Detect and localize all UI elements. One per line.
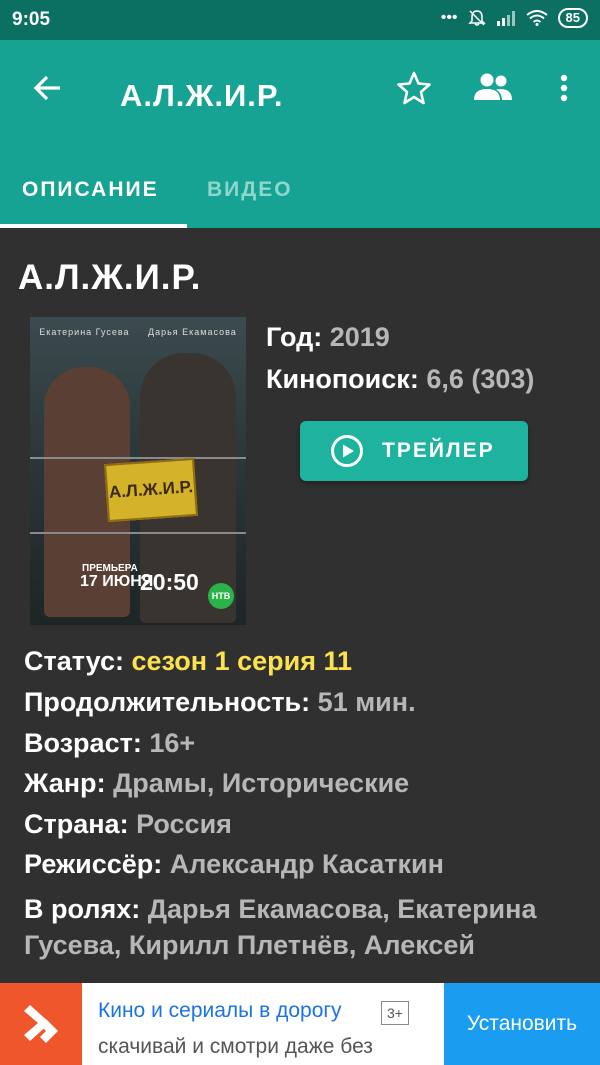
duration-row: Продолжительность: 51 мин. — [24, 687, 416, 717]
poster-actor-names: Екатерина Гусева Дарья Екамасова — [30, 327, 246, 337]
more-notifications-icon: ••• — [440, 9, 458, 26]
director-value: Александр Касаткин — [169, 849, 444, 879]
app-bar-title: А.Л.Ж.И.Р. — [120, 78, 284, 113]
age-value: 16+ — [149, 728, 196, 758]
poster-time: 20:50 — [140, 569, 199, 595]
poster-barbed-wire — [30, 532, 246, 534]
country-row: Страна: Россия — [24, 809, 232, 839]
status-bar: 9:05 ••• 85 — [0, 0, 600, 40]
genre-row: Жанр: Драмы, Исторические — [24, 768, 410, 798]
more-vert-icon[interactable] — [552, 68, 576, 108]
poster-barbed-wire — [30, 457, 246, 459]
genre-value: Драмы, Исторические — [113, 768, 410, 798]
star-outline-icon[interactable] — [394, 68, 434, 108]
duration-value: 51 мин. — [317, 687, 416, 717]
app-bar: А.Л.Ж.И.Р. ОПИСАНИЕ ВИДЕО — [0, 40, 600, 228]
status-label: Статус — [24, 646, 115, 676]
poster-actor-1: Екатерина Гусева — [39, 327, 130, 337]
channel-logo: НТВ — [208, 583, 234, 609]
rating-label: Кинопоиск — [266, 364, 410, 394]
ad-logo-icon — [24, 1005, 58, 1043]
ad-title[interactable]: Кино и сериалы в дорогу — [98, 999, 342, 1023]
director-label: Режиссёр — [24, 849, 154, 879]
ad-banner[interactable]: Кино и сериалы в дорогу 3+ скачивай и см… — [0, 983, 600, 1065]
country-label: Страна — [24, 809, 120, 839]
poster-sign: А.Л.Ж.И.Р. — [104, 457, 198, 523]
description-content[interactable]: А.Л.Ж.И.Р. Екатерина Гусева Дарья Екамас… — [0, 228, 600, 983]
ad-subtitle: скачивай и смотри даже без — [98, 1035, 373, 1058]
age-label: Возраст — [24, 728, 133, 758]
status-icons: ••• 85 — [441, 8, 588, 28]
wifi-icon — [525, 10, 548, 26]
status-row: Статус: сезон 1 серия 11 — [24, 646, 353, 676]
people-icon[interactable] — [472, 70, 514, 106]
director-row: Режиссёр: Александр Касаткин — [24, 849, 444, 879]
tab-description[interactable]: ОПИСАНИЕ — [22, 178, 159, 202]
year-label: Год — [266, 322, 314, 352]
show-title: А.Л.Ж.И.Р. — [18, 258, 202, 297]
rating-row: Кинопоиск: 6,6 (303) — [266, 364, 535, 394]
trailer-button-label: ТРЕЙЛЕР — [382, 439, 495, 462]
poster-actor-2: Дарья Екамасова — [147, 327, 237, 337]
genre-label: Жанр — [24, 768, 97, 798]
year-row: Год: 2019 — [266, 322, 390, 352]
age-row: Возраст: 16+ — [24, 728, 196, 758]
cast-label: В ролях — [24, 894, 132, 924]
bell-off-icon — [467, 10, 486, 26]
clock: 9:05 — [12, 9, 51, 30]
poster-image[interactable]: Екатерина Гусева Дарья Екамасова А.Л.Ж.И… — [30, 317, 246, 625]
ad-app-logo[interactable] — [0, 983, 82, 1065]
back-arrow-icon[interactable] — [28, 68, 68, 108]
duration-label: Продолжительность — [24, 687, 302, 717]
cast-row: В ролях: Дарья Екамасова, Екатерина Гусе… — [24, 894, 537, 960]
rating-value: 6,6 (303) — [426, 364, 535, 394]
tab-video[interactable]: ВИДЕО — [207, 178, 293, 202]
status-value: сезон 1 серия 11 — [131, 646, 353, 676]
year-value: 2019 — [329, 322, 390, 352]
play-circle-icon — [331, 435, 363, 467]
battery-indicator: 85 — [557, 8, 588, 28]
install-button[interactable]: Установить — [444, 983, 600, 1065]
country-value: Россия — [136, 809, 232, 839]
ad-age-badge: 3+ — [381, 1001, 409, 1025]
trailer-button[interactable]: ТРЕЙЛЕР — [300, 421, 528, 481]
signal-icon — [496, 11, 515, 26]
